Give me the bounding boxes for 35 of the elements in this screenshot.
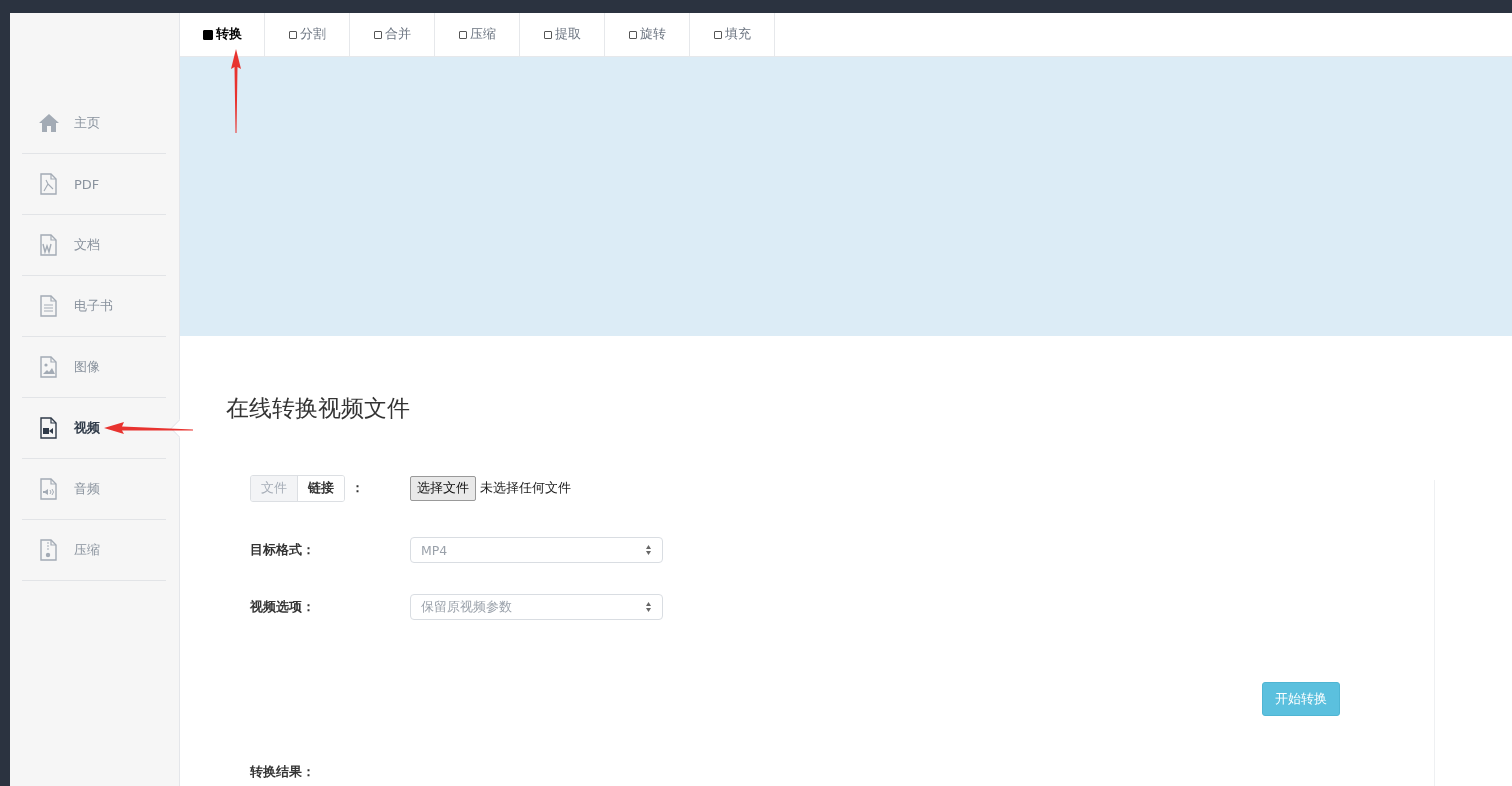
field-label: 目标格式： xyxy=(250,541,316,559)
source-toggle-button[interactable]: 文件 xyxy=(251,475,298,501)
sidebar-item[interactable]: 文档 xyxy=(22,215,166,276)
tab[interactable]: 填充 xyxy=(690,13,775,56)
page-heading: 在线转换视频文件 xyxy=(226,394,411,423)
sidebar-item[interactable]: 压缩 xyxy=(22,520,166,581)
tab[interactable]: 旋转 xyxy=(605,13,690,56)
sidebar-item[interactable]: 主页 xyxy=(22,93,166,154)
word-file-icon xyxy=(38,234,60,256)
home-icon xyxy=(38,112,60,134)
tab[interactable]: 合并 xyxy=(350,13,435,56)
image-file-icon xyxy=(38,356,60,378)
zip-file-icon xyxy=(38,539,60,561)
sidebar-item[interactable]: PDF xyxy=(22,154,166,215)
file-status: 未选择任何文件 xyxy=(480,479,571,497)
sidebar-item[interactable]: 电子书 xyxy=(22,276,166,337)
sidebar-item[interactable]: 音频 xyxy=(22,459,166,520)
field-label: 视频选项： xyxy=(250,598,316,616)
sidebar-item[interactable]: 图像 xyxy=(22,337,166,398)
colon: ： xyxy=(351,479,364,497)
text-file-icon xyxy=(38,295,60,317)
start-convert-button[interactable]: 开始转换 xyxy=(1262,682,1340,716)
select-field[interactable]: MP4 xyxy=(410,537,663,563)
video-file-icon xyxy=(38,417,60,439)
pdf-file-icon xyxy=(38,173,60,195)
audio-file-icon xyxy=(38,478,60,500)
tab[interactable]: 提取 xyxy=(520,13,605,56)
choose-file-button[interactable]: 选择文件 xyxy=(410,475,476,501)
select-caret-icon xyxy=(645,544,652,556)
tab[interactable]: 转换 xyxy=(180,13,265,56)
tab[interactable]: 分割 xyxy=(265,13,350,56)
select-caret-icon xyxy=(645,601,652,613)
tab[interactable]: 压缩 xyxy=(435,13,520,56)
result-label: 转换结果： xyxy=(250,764,316,781)
select-field[interactable]: 保留原视频参数 xyxy=(410,594,663,620)
